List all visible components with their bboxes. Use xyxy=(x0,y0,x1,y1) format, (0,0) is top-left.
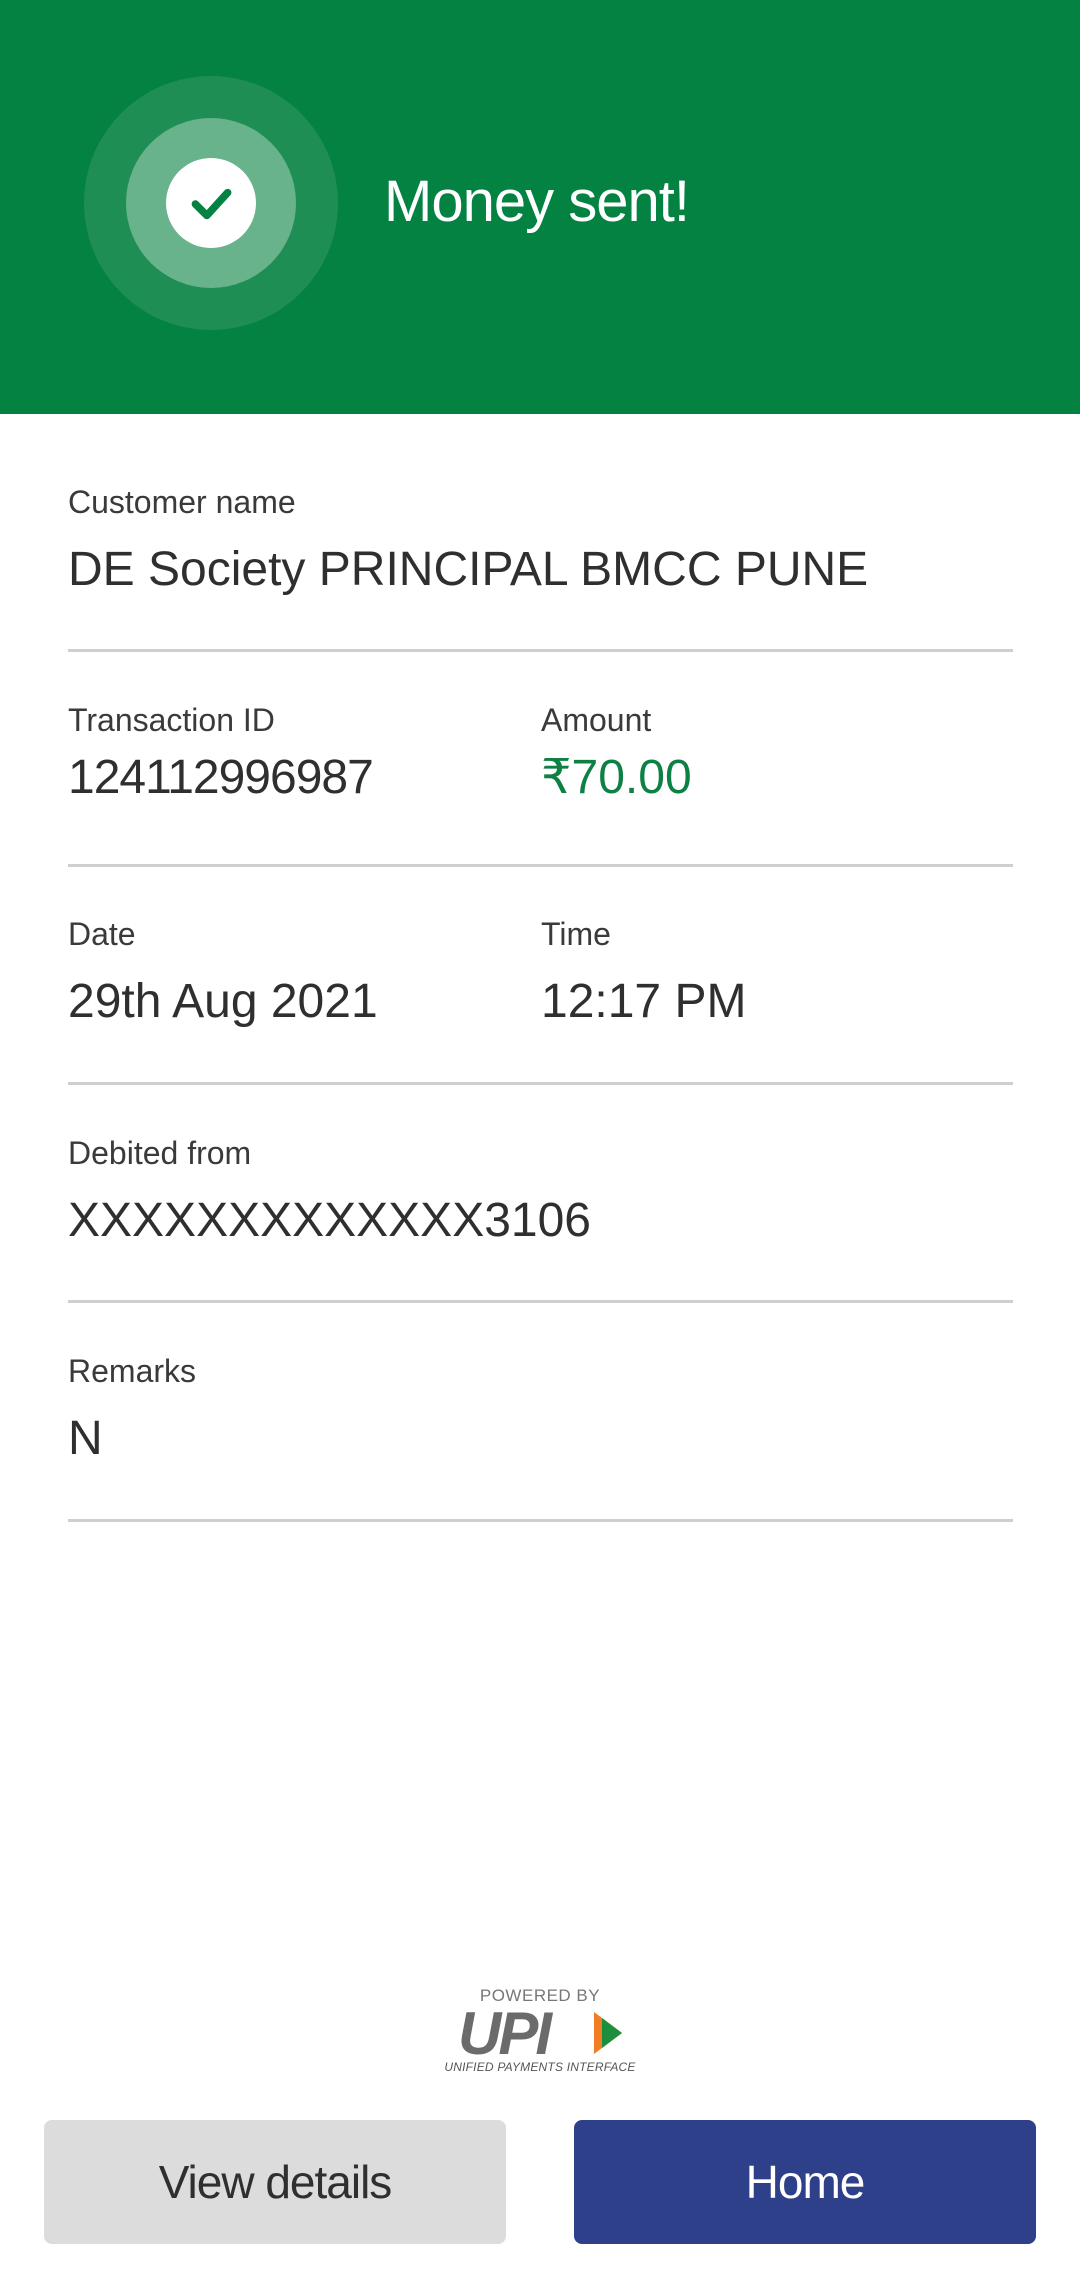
date-time-section: Date 29th Aug 2021 Time 12:17 PM xyxy=(68,914,1013,1085)
check-icon xyxy=(166,158,256,248)
time-label: Time xyxy=(541,916,611,952)
upi-arrow-icon xyxy=(594,2012,622,2054)
date-label: Date xyxy=(68,916,136,952)
home-button[interactable]: Home xyxy=(574,2120,1036,2244)
transaction-id-value: 124112996987 xyxy=(68,751,374,804)
success-header: Money sent! xyxy=(0,0,1080,414)
view-details-button[interactable]: View details xyxy=(44,2120,506,2244)
customer-name-value: DE Society PRINCIPAL BMCC PUNE xyxy=(68,543,869,596)
debited-from-label: Debited from xyxy=(68,1135,252,1171)
upi-logo-text: UPI xyxy=(458,2000,552,2067)
remarks-label: Remarks xyxy=(68,1353,197,1389)
remarks-section: Remarks N xyxy=(68,1351,1013,1522)
time-value: 12:17 PM xyxy=(541,975,747,1028)
page-title: Money sent! xyxy=(384,169,690,234)
success-badge xyxy=(84,76,338,330)
upi-logo: POWERED BY UPI UNIFIED PAYMENTS INTERFAC… xyxy=(440,1986,640,2076)
transaction-id-label: Transaction ID xyxy=(68,702,275,738)
debited-from-value: XXXXXXXXXXXXX3106 xyxy=(68,1194,591,1247)
customer-name-label: Customer name xyxy=(68,484,296,520)
customer-name-section: Customer name DE Society PRINCIPAL BMCC … xyxy=(68,482,1013,652)
date-value: 29th Aug 2021 xyxy=(68,975,378,1028)
debited-from-section: Debited from XXXXXXXXXXXXX3106 xyxy=(68,1133,1013,1303)
remarks-value: N xyxy=(68,1412,103,1465)
transaction-section: Transaction ID 124112996987 Amount ₹70.0… xyxy=(68,700,1013,867)
payment-success-screen: Money sent! Customer name DE Society PRI… xyxy=(0,0,1080,2288)
amount-value: ₹70.00 xyxy=(541,751,692,804)
amount-label: Amount xyxy=(541,702,652,738)
